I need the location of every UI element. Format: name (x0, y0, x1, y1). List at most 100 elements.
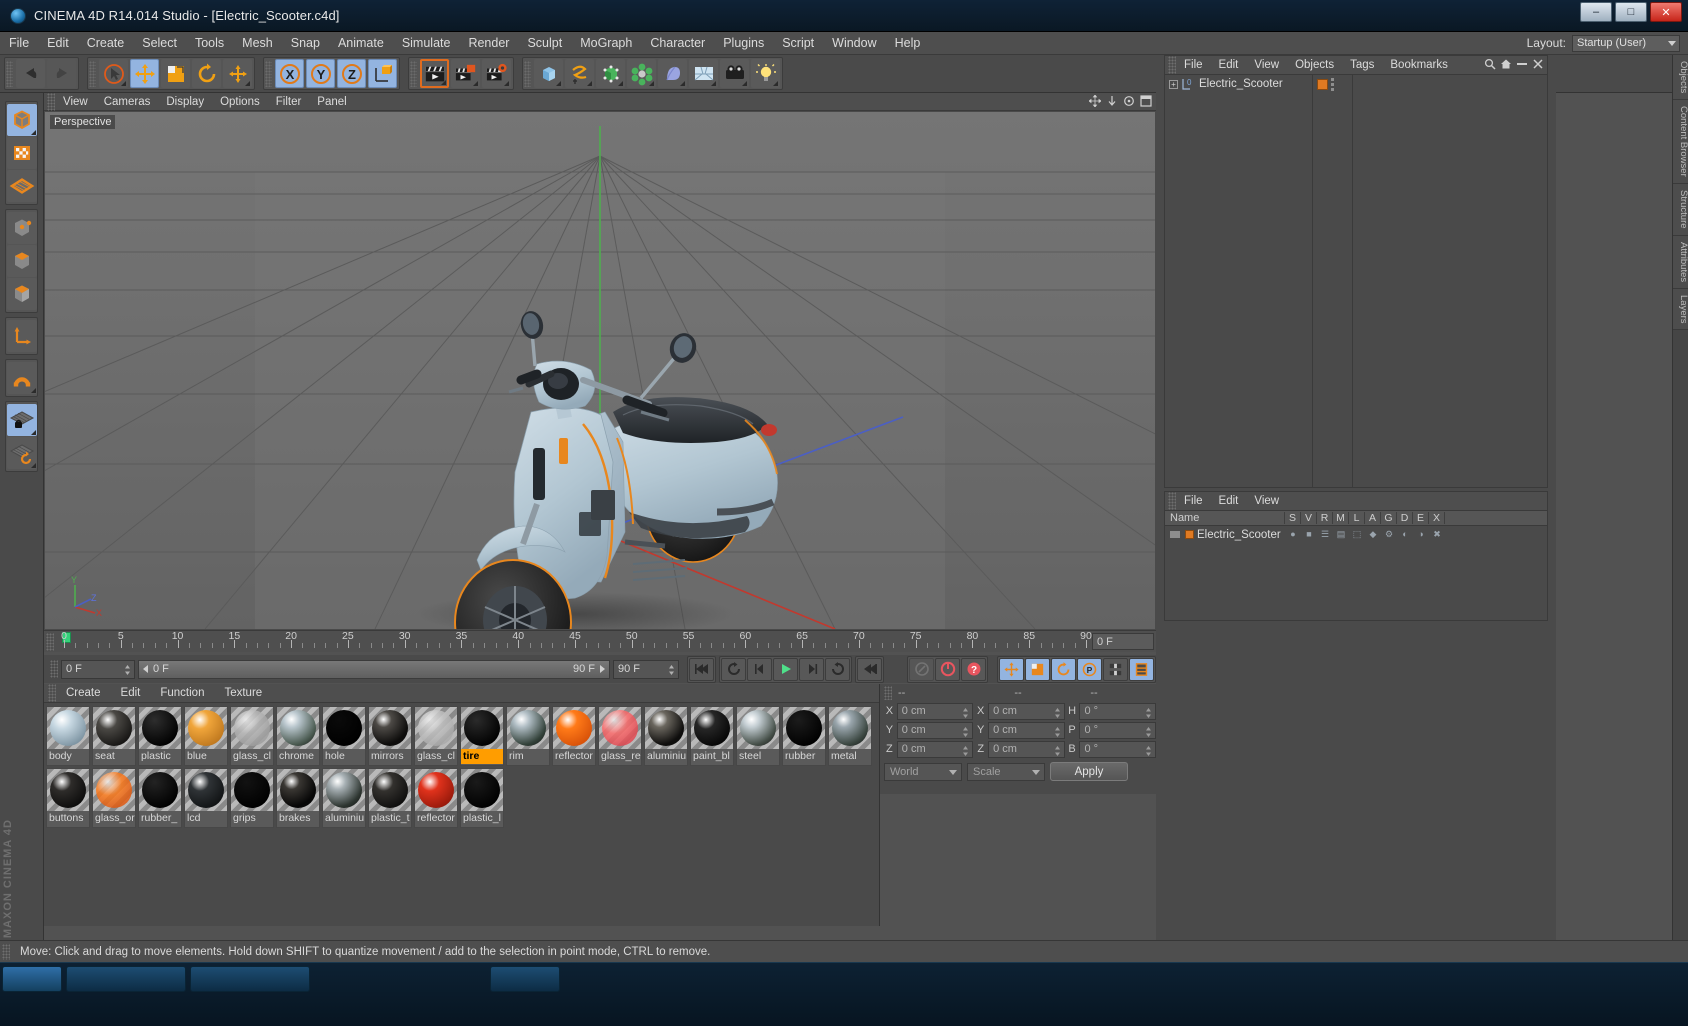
lock-workplane-button[interactable] (7, 404, 37, 436)
spinner-icon[interactable] (962, 745, 969, 757)
add-deformer-button[interactable] (658, 59, 687, 88)
toolbar-grip[interactable] (524, 60, 531, 87)
size-mode-dropdown[interactable]: Scale (967, 762, 1045, 781)
material-cell[interactable]: buttons (46, 768, 90, 828)
edges-mode-button[interactable] (7, 245, 37, 277)
material-cell[interactable]: hole (322, 706, 366, 766)
time-slider[interactable]: 0 F 90 F (138, 659, 610, 679)
material-cell[interactable]: plastic_t (368, 768, 412, 828)
start-frame-field[interactable]: 0 F (61, 659, 135, 679)
lock-x-axis-button[interactable]: X (275, 59, 304, 88)
material-cell[interactable]: tire (460, 706, 504, 766)
viewport-menu-options[interactable]: Options (212, 93, 268, 111)
timeline-grip[interactable] (46, 632, 54, 651)
rotate-tool[interactable] (192, 59, 221, 88)
coord-input-size[interactable]: 0 cm (988, 740, 1065, 758)
add-nurbs-button[interactable] (596, 59, 625, 88)
attribute-col-x[interactable]: X (1429, 512, 1445, 524)
object-extra-column[interactable] (1353, 75, 1547, 487)
menu-item-mograph[interactable]: MoGraph (571, 32, 641, 55)
attribute-col-d[interactable]: D (1397, 512, 1413, 524)
attribute-col-m[interactable]: M (1333, 512, 1349, 524)
vertical-tab-layers[interactable]: Layers (1673, 288, 1688, 331)
vertical-tab-objects[interactable]: Objects (1673, 55, 1688, 101)
keyframe-scale-button[interactable] (1025, 657, 1050, 681)
material-cell[interactable]: reflector (552, 706, 596, 766)
home-icon[interactable] (1500, 58, 1512, 70)
pan-icon[interactable] (1089, 95, 1101, 107)
timeline-track[interactable]: 0 5 10 15 20 25 30 35 40 45 50 55 60 65 70 75 80 85 90 (54, 630, 1156, 653)
menu-item-file[interactable]: File (0, 32, 38, 55)
coord-input-position[interactable]: 0 cm (896, 702, 974, 720)
search-icon[interactable] (1484, 58, 1496, 70)
points-mode-button[interactable] (7, 212, 37, 244)
menu-item-tools[interactable]: Tools (186, 32, 233, 55)
material-cell[interactable]: glass_cl (230, 706, 274, 766)
attribute-col-l[interactable]: L (1349, 512, 1365, 524)
enable-snapping-button[interactable] (7, 362, 37, 394)
go-to-end-button[interactable] (857, 657, 882, 681)
next-key-button[interactable] (825, 657, 850, 681)
model-mode-button[interactable] (7, 104, 37, 136)
add-array-button[interactable] (627, 59, 656, 88)
end-frame-field[interactable]: 90 F (613, 659, 679, 679)
spinner-icon[interactable] (1145, 707, 1152, 719)
go-to-start-button[interactable] (689, 657, 714, 681)
coord-input-position[interactable]: 0 cm (896, 721, 974, 739)
add-spline-button[interactable] (565, 59, 594, 88)
attribute-menu-edit[interactable]: Edit (1211, 492, 1247, 511)
coordinate-system-dropdown[interactable]: World (884, 762, 962, 781)
viewport-canvas[interactable]: Perspective Y X Z (45, 112, 1155, 629)
attribute-toggle-a[interactable]: ◆ (1365, 529, 1381, 540)
spinner-icon[interactable] (962, 726, 969, 738)
material-cell[interactable]: blue (184, 706, 228, 766)
spinner-icon[interactable] (962, 707, 969, 719)
status-bar-grip[interactable] (2, 943, 10, 960)
object-menu-objects[interactable]: Objects (1287, 56, 1342, 75)
world-object-coordinates-button[interactable] (368, 59, 397, 88)
menu-item-render[interactable]: Render (459, 32, 518, 55)
start-button[interactable] (2, 966, 62, 992)
material-cell[interactable]: glass_or (92, 768, 136, 828)
object-tags-column[interactable] (1313, 75, 1353, 487)
taskbar-item-1[interactable] (66, 966, 186, 992)
material-cell[interactable]: glass_cl (414, 706, 458, 766)
move-tool[interactable] (130, 59, 159, 88)
attribute-menu-file[interactable]: File (1176, 492, 1211, 511)
material-cell[interactable]: steel (736, 706, 780, 766)
menu-item-character[interactable]: Character (641, 32, 714, 55)
attribute-menu-view[interactable]: View (1246, 492, 1287, 511)
texture-mode-button[interactable] (7, 137, 37, 169)
viewport-grip[interactable] (47, 92, 55, 111)
step-forward-button[interactable] (799, 657, 824, 681)
material-cell[interactable]: plastic (138, 706, 182, 766)
magnet-tool[interactable] (223, 59, 252, 88)
material-cell[interactable]: rubber_ (138, 768, 182, 828)
material-grid[interactable]: body seat plastic blue glass_cl chrome hole mir… (44, 703, 879, 831)
menu-item-animate[interactable]: Animate (329, 32, 393, 55)
material-cell[interactable]: rim (506, 706, 550, 766)
spinner-icon[interactable] (1145, 745, 1152, 757)
undo-button[interactable] (16, 59, 45, 88)
vertical-tab-attributes[interactable]: Attributes (1673, 235, 1688, 289)
render-settings-button[interactable] (482, 59, 511, 88)
toolbar-grip[interactable] (265, 60, 272, 87)
attribute-col-name[interactable]: Name (1165, 512, 1285, 524)
spinner-icon[interactable] (1054, 745, 1061, 757)
coord-input-rotation[interactable]: 0 ° (1079, 740, 1156, 758)
material-tag-icon[interactable] (1317, 78, 1328, 90)
attribute-toggle-r[interactable]: ☰ (1317, 529, 1333, 540)
vertical-tab-structure[interactable]: Structure (1673, 183, 1688, 236)
add-light-button[interactable] (751, 59, 780, 88)
render-region-button[interactable] (451, 59, 480, 88)
material-cell[interactable]: metal (828, 706, 872, 766)
previous-key-button[interactable] (721, 657, 746, 681)
attribute-toggle-s[interactable]: ● (1285, 529, 1301, 540)
attribute-toggle-l[interactable]: ⬚ (1349, 529, 1365, 540)
attribute-manager-grip[interactable] (1168, 492, 1176, 510)
vertical-tab-content-browser[interactable]: Content Browser (1673, 100, 1688, 184)
polygon-grid-mode-button[interactable] (7, 170, 37, 202)
expand-icon[interactable]: + (1169, 79, 1178, 89)
attribute-col-g[interactable]: G (1381, 512, 1397, 524)
menu-item-plugins[interactable]: Plugins (714, 32, 773, 55)
